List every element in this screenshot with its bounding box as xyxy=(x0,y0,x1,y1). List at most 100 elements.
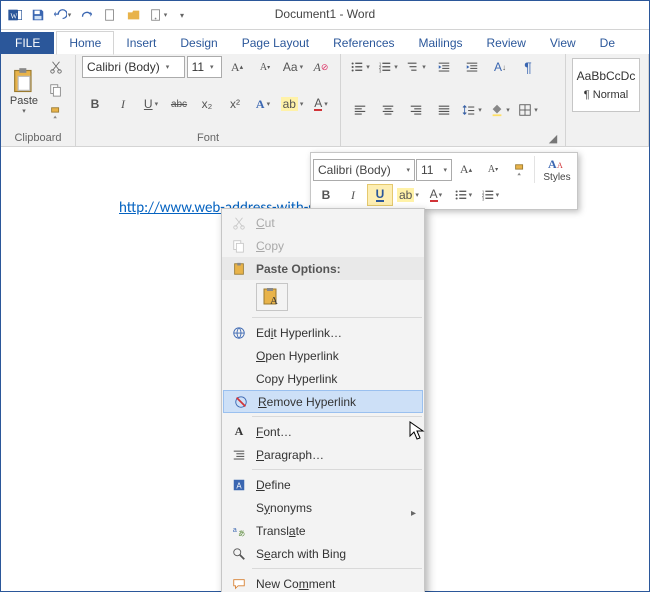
tab-insert[interactable]: Insert xyxy=(114,32,168,54)
align-right-button[interactable] xyxy=(403,99,429,121)
change-case-button[interactable]: Aa xyxy=(280,56,306,78)
paragraph-group-label: ◢ xyxy=(347,142,559,146)
style-normal[interactable]: AaBbCcDc ¶ Normal xyxy=(572,58,640,112)
ctx-search-bing[interactable]: Search with Bing xyxy=(222,542,424,565)
font-group-label: Font xyxy=(82,130,334,146)
group-styles: AaBbCcDc ¶ Normal xyxy=(566,54,649,146)
align-center-button[interactable] xyxy=(375,99,401,121)
sort-button[interactable]: A↓ xyxy=(487,56,513,78)
ribbon: Paste ▾ Clipboard Calibri (Body)▾ 11▾ A▴… xyxy=(1,54,649,147)
ctx-copy-hyperlink[interactable]: Copy Hyperlink xyxy=(222,367,424,390)
clear-formatting-button[interactable]: A⊘ xyxy=(308,56,334,78)
ctx-cut: Cut xyxy=(222,211,424,234)
ctx-translate[interactable]: aあ Translate xyxy=(222,519,424,542)
ctx-paste-options-row: A xyxy=(222,280,424,314)
tab-mailings[interactable]: Mailings xyxy=(407,32,475,54)
grow-font-button[interactable]: A▴ xyxy=(224,56,250,78)
mini-font-color[interactable]: A xyxy=(423,184,449,206)
new-doc-button[interactable] xyxy=(99,4,121,26)
mini-bullets[interactable] xyxy=(450,184,476,206)
ctx-remove-hyperlink[interactable]: Remove Hyperlink xyxy=(223,390,423,413)
mini-highlight[interactable]: ab xyxy=(394,184,422,206)
comment-icon xyxy=(226,577,252,591)
numbering-button[interactable]: 123 xyxy=(375,56,401,78)
mini-bold[interactable]: B xyxy=(313,184,339,206)
copy-icon xyxy=(226,239,252,253)
ctx-open-hyperlink[interactable]: Open Hyperlink xyxy=(222,344,424,367)
cut-button[interactable] xyxy=(43,56,69,78)
ctx-synonyms[interactable]: Synonyms xyxy=(222,496,424,519)
format-painter-button[interactable] xyxy=(43,102,69,124)
mini-font-combo[interactable]: Calibri (Body)▾ xyxy=(313,159,415,181)
mini-italic[interactable]: I xyxy=(340,184,366,206)
mini-underline[interactable]: U xyxy=(367,184,393,206)
increase-indent-button[interactable] xyxy=(459,56,485,78)
highlight-button[interactable]: ab xyxy=(278,93,306,115)
mini-size-combo[interactable]: 11▾ xyxy=(416,159,452,181)
strikethrough-button[interactable]: abc xyxy=(166,93,192,115)
paragraph-icon xyxy=(226,448,252,462)
tab-developer[interactable]: De xyxy=(588,32,627,54)
ctx-font[interactable]: A Font… xyxy=(222,420,424,443)
borders-button[interactable] xyxy=(515,99,541,121)
multilevel-list-button[interactable] xyxy=(403,56,429,78)
italic-button[interactable]: I xyxy=(110,93,136,115)
ctx-new-comment[interactable]: New Comment xyxy=(222,572,424,592)
paste-keep-text-only[interactable]: A xyxy=(256,283,288,311)
undo-button[interactable]: ▾ xyxy=(51,4,73,26)
underline-button[interactable]: U xyxy=(138,93,164,115)
ctx-paste-options-heading: Paste Options: xyxy=(222,257,424,280)
ctx-define[interactable]: A Define xyxy=(222,473,424,496)
mini-grow-font[interactable]: A▴ xyxy=(453,159,479,181)
align-left-button[interactable] xyxy=(347,99,373,121)
paste-button[interactable]: Paste ▾ xyxy=(7,65,41,115)
shrink-font-button[interactable]: A▾ xyxy=(252,56,278,78)
ribbon-tabs: FILE Home Insert Design Page Layout Refe… xyxy=(1,30,649,54)
word-app-icon: W xyxy=(5,5,25,25)
tab-page-layout[interactable]: Page Layout xyxy=(230,32,321,54)
bold-button[interactable]: B xyxy=(82,93,108,115)
mini-shrink-font[interactable]: A▾ xyxy=(480,159,506,181)
mini-toolbar: Calibri (Body)▾ 11▾ A▴ A▾ AA Styles B I … xyxy=(310,152,578,210)
justify-button[interactable] xyxy=(431,99,457,121)
qat-customize-button[interactable]: ▾ xyxy=(171,4,193,26)
touch-mode-button[interactable]: ▾ xyxy=(147,4,169,26)
subscript-button[interactable]: x₂ xyxy=(194,93,220,115)
mini-format-painter[interactable] xyxy=(507,159,533,181)
svg-text:A: A xyxy=(557,161,563,170)
copy-button[interactable] xyxy=(43,79,69,101)
tab-design[interactable]: Design xyxy=(168,32,229,54)
svg-text:あ: あ xyxy=(238,529,245,537)
font-size-combo[interactable]: 11▾ xyxy=(187,56,222,78)
mini-numbering[interactable]: 123 xyxy=(477,184,503,206)
mini-styles-button[interactable]: AA Styles xyxy=(534,156,575,183)
styles-group-label xyxy=(572,142,642,146)
font-a-icon: A xyxy=(226,424,252,439)
tab-file[interactable]: FILE xyxy=(1,32,54,54)
search-icon xyxy=(226,547,252,561)
save-button[interactable] xyxy=(27,4,49,26)
ctx-edit-hyperlink[interactable]: Edit Hyperlink… xyxy=(222,321,424,344)
scissors-icon xyxy=(226,216,252,230)
ctx-paragraph[interactable]: Paragraph… xyxy=(222,443,424,466)
bullets-button[interactable] xyxy=(347,56,373,78)
tab-view[interactable]: View xyxy=(538,32,588,54)
translate-icon: aあ xyxy=(226,524,252,538)
line-spacing-button[interactable] xyxy=(459,99,485,121)
tab-references[interactable]: References xyxy=(321,32,406,54)
show-marks-button[interactable]: ¶ xyxy=(515,56,541,78)
decrease-indent-button[interactable] xyxy=(431,56,457,78)
font-color-button[interactable]: A xyxy=(308,93,334,115)
tab-home[interactable]: Home xyxy=(56,31,114,55)
tab-review[interactable]: Review xyxy=(475,32,538,54)
svg-text:A: A xyxy=(548,157,557,171)
superscript-button[interactable]: x² xyxy=(222,93,248,115)
paragraph-dialog-launcher[interactable]: ◢ xyxy=(547,132,559,144)
shading-button[interactable] xyxy=(487,99,513,121)
font-name-combo[interactable]: Calibri (Body)▾ xyxy=(82,56,185,78)
paste-label: Paste xyxy=(10,95,38,107)
redo-button[interactable] xyxy=(75,4,97,26)
svg-text:A: A xyxy=(236,481,242,490)
open-button[interactable] xyxy=(123,4,145,26)
text-effects-button[interactable]: A xyxy=(250,93,276,115)
